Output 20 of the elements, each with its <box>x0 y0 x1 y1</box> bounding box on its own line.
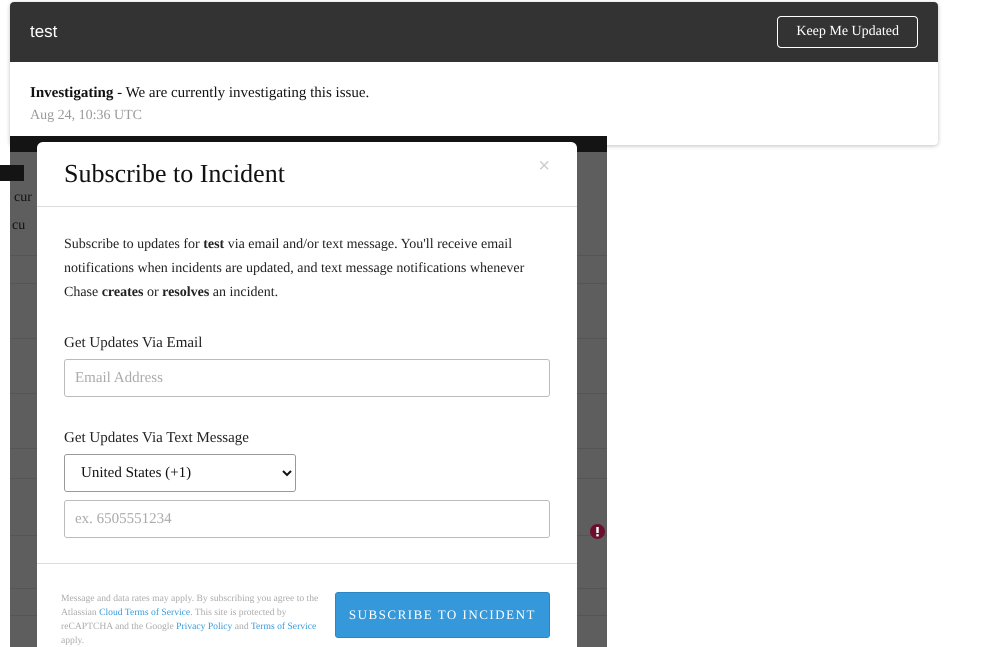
subscribe-description: Subscribe to updates for test via email and/or text message. You'll receive email notifications when incidents are updated, and text message notifications whenever Chase creates or resolves an incident. <box>64 236 526 302</box>
text-fragment: cu <box>12 218 26 234</box>
phone-field[interactable]: ex. 6505551234 <box>64 500 550 538</box>
subscribe-button[interactable]: SUBSCRIBE TO INCIDENT <box>334 592 550 638</box>
text-fragment: cur <box>14 190 32 206</box>
incident-update: Investigating - We are currently investigating this issue. <box>30 85 370 102</box>
email-field[interactable]: Email Address <box>64 359 550 397</box>
terms-notice: Message and data rates may apply. By subscribing you agree to the Atlassian Cloud Terms of Service. This site is protected by reCAPTCHA and the Google Privacy Policy and Terms of Service apply. <box>61 592 320 647</box>
warning-icon <box>590 524 605 539</box>
terms-link[interactable]: Terms of Service <box>250 621 316 632</box>
update-time: Aug 24, 10:36 UTC <box>30 108 143 124</box>
incident-title: test <box>30 22 58 42</box>
close-button[interactable]: × <box>538 154 550 178</box>
dialog-title: Subscribe to Incident <box>64 159 285 189</box>
country-select[interactable]: United States (+1) <box>64 454 296 492</box>
terms-link[interactable]: Cloud Terms of Service <box>99 607 190 618</box>
terms-link[interactable]: Privacy Policy <box>176 621 232 632</box>
sms-label: Get Updates Via Text Message <box>64 430 250 447</box>
keep-me-updated-button[interactable]: Keep Me Updated <box>777 16 918 48</box>
email-label: Get Updates Via Email <box>64 335 204 352</box>
